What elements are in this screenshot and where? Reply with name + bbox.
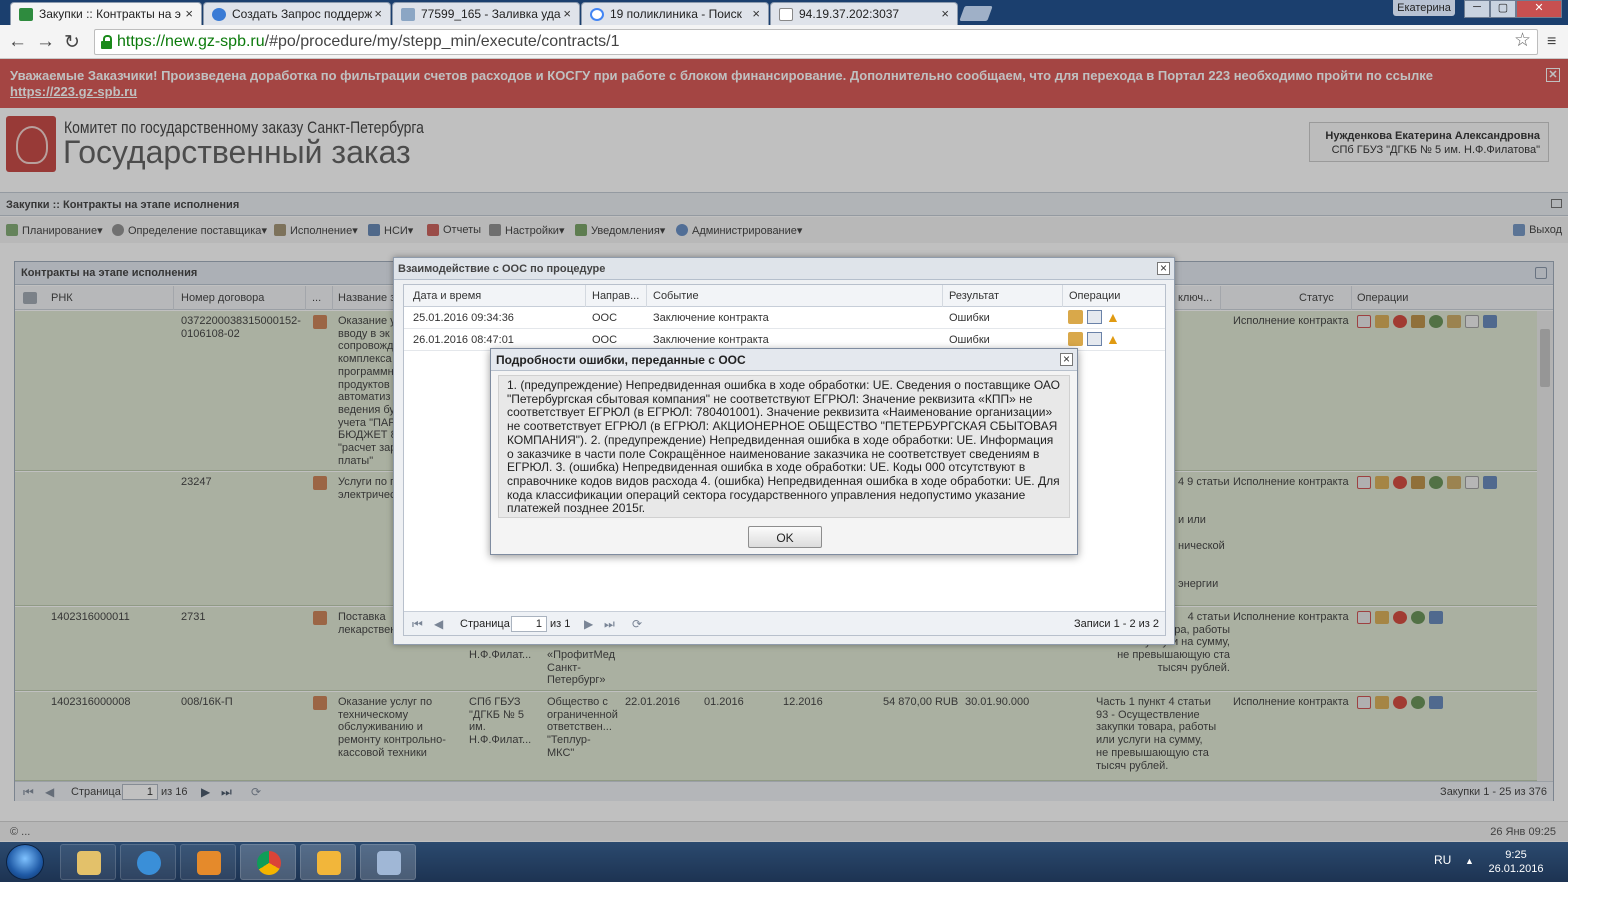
folder-icon <box>77 851 101 875</box>
chrome-icon <box>257 851 281 875</box>
oos-grid-header: Дата и время Направ... Событие Результат… <box>404 285 1165 307</box>
cell-datetime: 26.01.2016 08:47:01 <box>413 334 514 346</box>
tab-close-icon[interactable]: × <box>752 6 760 21</box>
new-tab-button[interactable] <box>959 6 993 21</box>
browser-tab-title: 94.19.37.202:3037 <box>799 7 900 21</box>
outlook-taskbar-button[interactable] <box>300 844 356 880</box>
records-count: Записи 1 - 2 из 2 <box>1074 618 1159 630</box>
chrome-taskbar-button[interactable] <box>240 844 296 880</box>
error-details-dialog: Подробности ошибки, переданные с ООС × 1… <box>490 348 1078 555</box>
start-button[interactable] <box>6 844 44 880</box>
language-indicator[interactable]: RU <box>1434 853 1451 867</box>
cell-direction: ООС <box>592 334 618 346</box>
close-icon[interactable]: × <box>1157 262 1170 275</box>
window-close-button[interactable]: ✕ <box>1516 0 1562 18</box>
tab-close-icon[interactable]: × <box>185 6 193 21</box>
browser-tab-2[interactable]: Создать Запрос поддерж × <box>203 2 391 25</box>
dialog-title: Взаимодействие с ООС по процедуре <box>394 258 1174 280</box>
next-page-icon[interactable]: ▶ <box>584 617 593 631</box>
windows-taskbar: RU ▲ 9:25 26.01.2016 <box>0 842 1568 882</box>
dialog-title: Подробности ошибки, переданные с ООС <box>491 349 1077 371</box>
col-event[interactable]: Событие <box>653 290 699 302</box>
tab-close-icon[interactable]: × <box>941 6 949 21</box>
col-result[interactable]: Результат <box>949 290 999 302</box>
browser-tab-title: 77599_165 - Заливка уда <box>421 7 561 21</box>
ie-taskbar-button[interactable] <box>120 844 176 880</box>
col-direction[interactable]: Направ... <box>592 290 639 302</box>
tray-expand-icon[interactable]: ▲ <box>1465 856 1474 866</box>
table-row[interactable]: 25.01.2016 09:34:36 ООС Заключение контр… <box>404 307 1165 329</box>
internet-explorer-icon <box>137 851 161 875</box>
oos-pager: ⏮ ◀ Страница 1 из 1 ▶ ⏭ ⟳ Записи 1 - 2 и… <box>404 611 1165 635</box>
package-icon[interactable] <box>1068 310 1083 324</box>
tab-close-icon[interactable]: × <box>374 6 382 21</box>
document-edit-icon[interactable] <box>1087 332 1102 346</box>
page-input[interactable]: 1 <box>511 616 547 632</box>
page-favicon-icon <box>779 8 793 21</box>
media-player-taskbar-button[interactable] <box>180 844 236 880</box>
clock-time: 9:25 <box>1505 849 1527 861</box>
globe-favicon-icon <box>212 8 226 21</box>
browser-tab-title: Создать Запрос поддерж <box>232 7 373 21</box>
first-page-icon[interactable]: ⏮ <box>412 617 423 632</box>
close-icon[interactable]: × <box>1060 353 1073 366</box>
clock-date: 26.01.2016 <box>1488 863 1544 875</box>
page-label: Страница <box>460 618 510 630</box>
last-page-icon[interactable]: ⏭ <box>604 617 615 632</box>
address-bar[interactable]: https://new.gz-spb.ru/#po/procedure/my/s… <box>94 29 1538 55</box>
forward-icon[interactable]: → <box>36 31 55 53</box>
cell-datetime: 25.01.2016 09:34:36 <box>413 312 514 324</box>
package-icon[interactable] <box>1068 332 1083 346</box>
warning-icon[interactable]: ▲ <box>1106 331 1120 347</box>
ok-button[interactable]: OK <box>748 526 822 548</box>
paint-taskbar-button[interactable] <box>360 844 416 880</box>
paint-icon <box>377 851 401 875</box>
page-count: из 1 <box>550 618 571 630</box>
back-icon[interactable]: ← <box>8 31 27 53</box>
profile-badge[interactable]: Екатерина <box>1393 0 1455 16</box>
refresh-icon[interactable]: ⟳ <box>632 617 642 631</box>
lock-icon <box>101 35 112 49</box>
clock[interactable]: 9:25 26.01.2016 <box>1486 848 1546 876</box>
cell-event: Заключение контракта <box>653 334 769 346</box>
browser-tab-title: 19 поликлиника - Поиск <box>610 7 742 21</box>
url-text: https://new.gz-spb.ru/#po/procedure/my/s… <box>117 33 620 50</box>
cell-direction: ООС <box>592 312 618 324</box>
cell-result: Ошибки <box>949 312 990 324</box>
bookmark-star-icon[interactable]: ☆ <box>1514 29 1531 52</box>
minimize-button[interactable]: ─ <box>1464 0 1490 18</box>
browser-tab-title: Закупки :: Контракты на э <box>39 7 181 21</box>
document-favicon-icon <box>401 8 415 21</box>
cell-event: Заключение контракта <box>653 312 769 324</box>
tab-close-icon[interactable]: × <box>563 6 571 21</box>
col-operations[interactable]: Операции <box>1069 290 1120 302</box>
warning-icon[interactable]: ▲ <box>1106 309 1120 325</box>
browser-tab-5[interactable]: 94.19.37.202:3037 × <box>770 2 958 25</box>
google-favicon-icon <box>590 8 604 21</box>
outlook-icon <box>317 851 341 875</box>
browser-tab-1[interactable]: Закупки :: Контракты на э × <box>10 2 202 25</box>
error-message: 1. (предупреждение) Непредвиденная ошибк… <box>498 375 1070 518</box>
document-edit-icon[interactable] <box>1087 310 1102 324</box>
browser-toolbar: ← → ↻ https://new.gz-spb.ru/#po/procedur… <box>0 25 1568 59</box>
explorer-taskbar-button[interactable] <box>60 844 116 880</box>
chrome-menu-icon[interactable]: ≡ <box>1547 33 1556 51</box>
maximize-button[interactable]: ▢ <box>1490 0 1516 18</box>
cell-result: Ошибки <box>949 334 990 346</box>
prev-page-icon[interactable]: ◀ <box>434 617 443 631</box>
col-datetime[interactable]: Дата и время <box>413 290 481 302</box>
browser-tabstrip: Закупки :: Контракты на э × Создать Запр… <box>0 0 1568 25</box>
leaf-favicon-icon <box>19 8 33 21</box>
browser-tab-3[interactable]: 77599_165 - Заливка уда × <box>392 2 580 25</box>
reload-icon[interactable]: ↻ <box>64 31 80 54</box>
browser-tab-4[interactable]: 19 поликлиника - Поиск × <box>581 2 769 25</box>
media-player-icon <box>197 851 221 875</box>
